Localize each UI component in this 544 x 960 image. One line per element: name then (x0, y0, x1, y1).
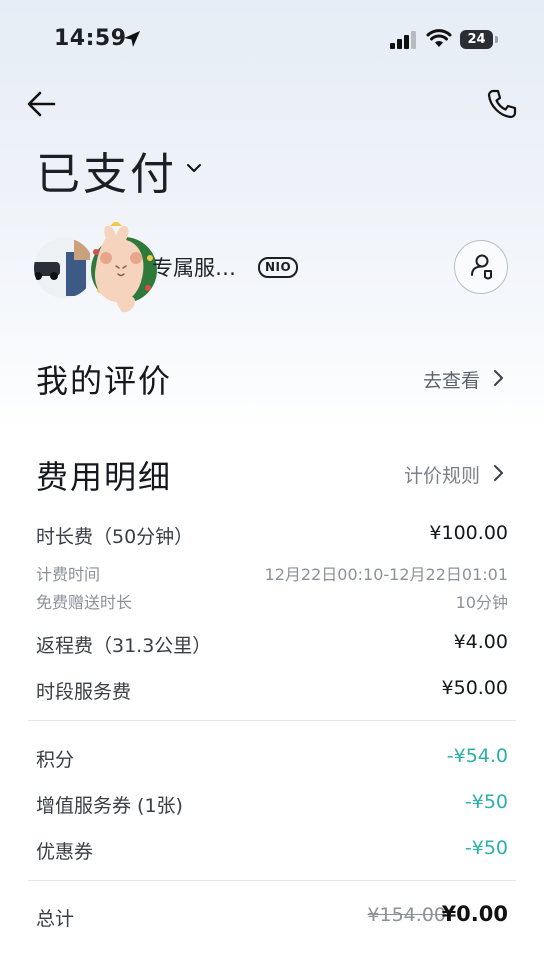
billing-time-value: 12月22日00:10-12月22日01:01 (264, 565, 508, 584)
divider (28, 720, 516, 721)
user-profile-icon (471, 254, 492, 280)
review-section-title: 我的评价 (36, 362, 173, 400)
wifi-icon (426, 29, 452, 47)
free-time-value: 10分钟 (455, 593, 508, 612)
phone-icon[interactable] (484, 86, 520, 122)
value-coupon-label: 增值服务券 (1张) (36, 795, 183, 817)
chevron-down-icon[interactable] (184, 158, 204, 178)
free-time-label: 免费赠送时长 (36, 593, 133, 612)
divider (28, 880, 516, 881)
total-original-price: ¥154.00 (367, 904, 446, 926)
billing-time-label: 计费时间 (36, 565, 101, 584)
coupon-value: -¥50 (464, 837, 508, 859)
chevron-right-icon[interactable] (490, 463, 506, 483)
status-time: 14:59 (54, 26, 127, 51)
cellular-signal-icon (390, 31, 416, 49)
points-value: -¥54.0 (446, 745, 508, 767)
return-fee-value: ¥4.00 (453, 631, 508, 653)
period-fee-label: 时段服务费 (36, 681, 132, 703)
return-fee-label: 返程费（31.3公里） (36, 635, 212, 657)
chevron-right-icon[interactable] (490, 368, 506, 388)
nio-badge: NIO (258, 257, 299, 278)
points-label: 积分 (36, 749, 75, 771)
driver-name: 专属服… (152, 256, 236, 280)
total-label: 总计 (36, 908, 75, 930)
driver-avatar[interactable] (30, 222, 160, 318)
location-arrow-icon (124, 31, 140, 47)
duration-fee-value: ¥100.00 (429, 522, 508, 544)
battery-level: 24 (460, 30, 493, 49)
back-arrow-icon[interactable] (24, 86, 60, 122)
battery-tip (495, 36, 498, 43)
driver-profile-button[interactable] (454, 240, 508, 294)
battery-indicator: 24 (460, 30, 498, 50)
pricing-rules-link[interactable]: 计价规则 (404, 461, 480, 488)
view-review-link[interactable]: 去查看 (423, 366, 480, 393)
duration-fee-label: 时长费（50分钟） (36, 526, 194, 548)
period-fee-value: ¥50.00 (441, 677, 508, 699)
page-title[interactable]: 已支付 (36, 138, 177, 202)
total-final-price: ¥0.00 (441, 902, 508, 926)
fee-section-title: 费用明细 (36, 458, 173, 496)
value-coupon-value: -¥50 (464, 791, 508, 813)
coupon-label: 优惠券 (36, 841, 94, 863)
